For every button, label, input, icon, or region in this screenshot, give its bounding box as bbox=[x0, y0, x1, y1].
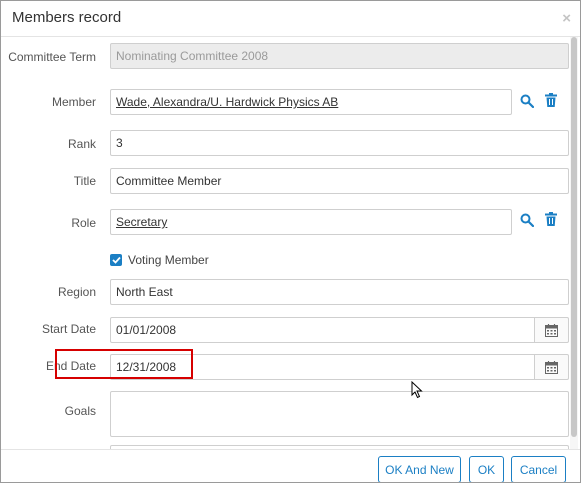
role-search-icon[interactable] bbox=[520, 213, 536, 229]
calendar-icon bbox=[545, 360, 558, 374]
end-date-calendar-button[interactable] bbox=[534, 354, 569, 380]
dialog-footer: OK And New OK Cancel bbox=[1, 449, 580, 482]
goals-label: Goals bbox=[64, 404, 96, 418]
member-label: Member bbox=[51, 95, 96, 109]
committee-term-field: Nominating Committee 2008 bbox=[110, 43, 569, 69]
cancel-button[interactable]: Cancel bbox=[511, 456, 566, 482]
check-icon bbox=[111, 256, 121, 264]
start-date-label: Start Date bbox=[41, 322, 96, 336]
goals-field[interactable] bbox=[110, 391, 569, 437]
role-link[interactable]: Secretary bbox=[116, 215, 167, 229]
start-date-field[interactable]: 01/01/2008 bbox=[110, 317, 535, 343]
dialog-header: Members record × bbox=[1, 1, 580, 37]
dialog-title: Members record bbox=[12, 9, 122, 26]
rank-field[interactable]: 3 bbox=[110, 130, 569, 156]
title-label: Title bbox=[73, 174, 96, 188]
dialog-scrollbar[interactable] bbox=[570, 37, 578, 449]
role-trash-icon[interactable] bbox=[545, 212, 561, 228]
voting-member-label: Voting Member bbox=[128, 253, 209, 267]
region-field[interactable]: North East bbox=[110, 279, 569, 305]
title-field[interactable]: Committee Member bbox=[110, 168, 569, 194]
region-label: Region bbox=[57, 285, 96, 299]
role-label: Role bbox=[71, 216, 96, 230]
ok-button[interactable]: OK bbox=[469, 456, 504, 482]
voting-member-checkbox[interactable] bbox=[110, 254, 122, 266]
end-date-field[interactable]: 12/31/2008 bbox=[110, 354, 535, 380]
scrollbar-thumb[interactable] bbox=[571, 37, 577, 437]
committee-term-label: Committee Term bbox=[8, 50, 96, 64]
member-link[interactable]: Wade, Alexandra/U. Hardwick Physics AB bbox=[116, 95, 338, 109]
member-search-icon[interactable] bbox=[520, 94, 536, 110]
members-record-dialog: Members record × Committee Term Nominati… bbox=[0, 0, 581, 483]
voting-member-row: Voting Member bbox=[110, 252, 209, 268]
start-date-calendar-button[interactable] bbox=[534, 317, 569, 343]
close-icon[interactable]: × bbox=[562, 10, 571, 27]
end-date-label: End Date bbox=[45, 359, 96, 373]
rank-label: Rank bbox=[67, 137, 96, 151]
mouse-cursor-icon bbox=[411, 381, 423, 399]
ok-and-new-button[interactable]: OK And New bbox=[378, 456, 461, 482]
member-trash-icon[interactable] bbox=[545, 93, 561, 109]
member-field[interactable]: Wade, Alexandra/U. Hardwick Physics AB bbox=[110, 89, 512, 115]
dialog-body: Committee Term Nominating Committee 2008… bbox=[1, 37, 571, 449]
calendar-icon bbox=[545, 323, 558, 337]
role-field[interactable]: Secretary bbox=[110, 209, 512, 235]
